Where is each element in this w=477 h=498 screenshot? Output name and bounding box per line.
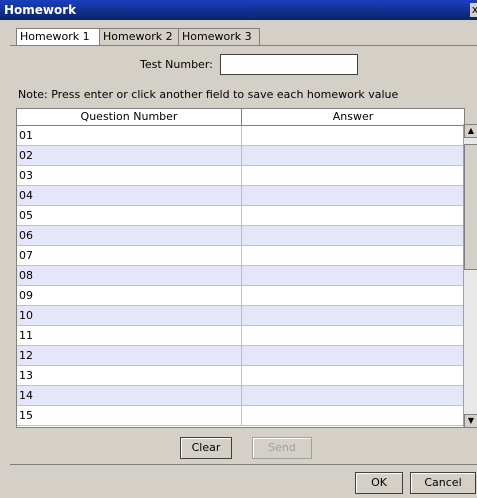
answer-cell[interactable] xyxy=(242,386,464,406)
tab-homework-3[interactable]: Homework 3 xyxy=(178,28,260,45)
title-bar: Homework x xyxy=(0,0,477,20)
table-row[interactable]: 05 xyxy=(17,206,464,226)
question-number-cell: 04 xyxy=(17,186,242,206)
answer-cell[interactable] xyxy=(242,186,464,206)
answer-cell[interactable] xyxy=(242,126,464,146)
scroll-thumb[interactable] xyxy=(464,144,477,270)
clear-button[interactable]: Clear xyxy=(180,437,232,459)
answer-cell[interactable] xyxy=(242,266,464,286)
question-number-cell: 05 xyxy=(17,206,242,226)
homework-table: Question Number Answer 01 02 03 04 05 06 07 08 0… xyxy=(16,108,465,428)
ok-button[interactable]: OK xyxy=(355,472,403,494)
table-row[interactable]: 07 xyxy=(17,246,464,266)
table-row[interactable]: 11 xyxy=(17,326,464,346)
answer-cell[interactable] xyxy=(242,326,464,346)
answer-cell[interactable] xyxy=(242,306,464,326)
table-row[interactable]: 06 xyxy=(17,226,464,246)
scroll-down-icon[interactable]: ▼ xyxy=(464,414,477,428)
send-button[interactable]: Send xyxy=(252,437,312,459)
answer-cell[interactable] xyxy=(242,226,464,246)
question-number-cell: 12 xyxy=(17,346,242,366)
table-row[interactable]: 08 xyxy=(17,266,464,286)
table-row[interactable]: 10 xyxy=(17,306,464,326)
question-number-cell: 14 xyxy=(17,386,242,406)
question-number-cell: 11 xyxy=(17,326,242,346)
table-row[interactable]: 15 xyxy=(17,406,464,426)
question-number-cell: 08 xyxy=(17,266,242,286)
tab-homework-1[interactable]: Homework 1 xyxy=(16,28,102,45)
table-row[interactable]: 13 xyxy=(17,366,464,386)
footer-divider xyxy=(10,464,477,465)
question-number-cell: 13 xyxy=(17,366,242,386)
column-header-question-number[interactable]: Question Number xyxy=(17,109,242,126)
question-number-cell: 06 xyxy=(17,226,242,246)
test-number-label: Test Number: xyxy=(140,58,213,71)
table-row[interactable]: 09 xyxy=(17,286,464,306)
tab-homework-2[interactable]: Homework 2 xyxy=(99,28,181,45)
window-title: Homework xyxy=(4,3,77,17)
column-header-answer[interactable]: Answer xyxy=(242,109,464,126)
table-row[interactable]: 02 xyxy=(17,146,464,166)
question-number-cell: 15 xyxy=(17,406,242,426)
table-row[interactable]: 04 xyxy=(17,186,464,206)
table-row[interactable]: 14 xyxy=(17,386,464,406)
question-number-cell: 07 xyxy=(17,246,242,266)
table-row[interactable]: 03 xyxy=(17,166,464,186)
answer-cell[interactable] xyxy=(242,146,464,166)
question-number-cell: 10 xyxy=(17,306,242,326)
question-number-cell: 09 xyxy=(17,286,242,306)
answer-cell[interactable] xyxy=(242,286,464,306)
answer-cell[interactable] xyxy=(242,246,464,266)
test-number-input[interactable] xyxy=(220,54,358,75)
answer-cell[interactable] xyxy=(242,346,464,366)
table-row[interactable]: 12 xyxy=(17,346,464,366)
table-row[interactable]: 01 xyxy=(17,126,464,146)
tab-divider xyxy=(10,45,477,46)
question-number-cell: 02 xyxy=(17,146,242,166)
answer-cell[interactable] xyxy=(242,366,464,386)
answer-cell[interactable] xyxy=(242,406,464,426)
cancel-button[interactable]: Cancel xyxy=(410,472,476,494)
close-icon[interactable]: x xyxy=(470,3,477,17)
question-number-cell: 03 xyxy=(17,166,242,186)
scroll-up-icon[interactable]: ▲ xyxy=(464,124,477,138)
question-number-cell: 01 xyxy=(17,126,242,146)
answer-cell[interactable] xyxy=(242,166,464,186)
answer-cell[interactable] xyxy=(242,206,464,226)
vertical-scrollbar[interactable]: ▲ ▼ xyxy=(463,124,477,428)
note-text: Note: Press enter or click another field… xyxy=(18,88,399,101)
